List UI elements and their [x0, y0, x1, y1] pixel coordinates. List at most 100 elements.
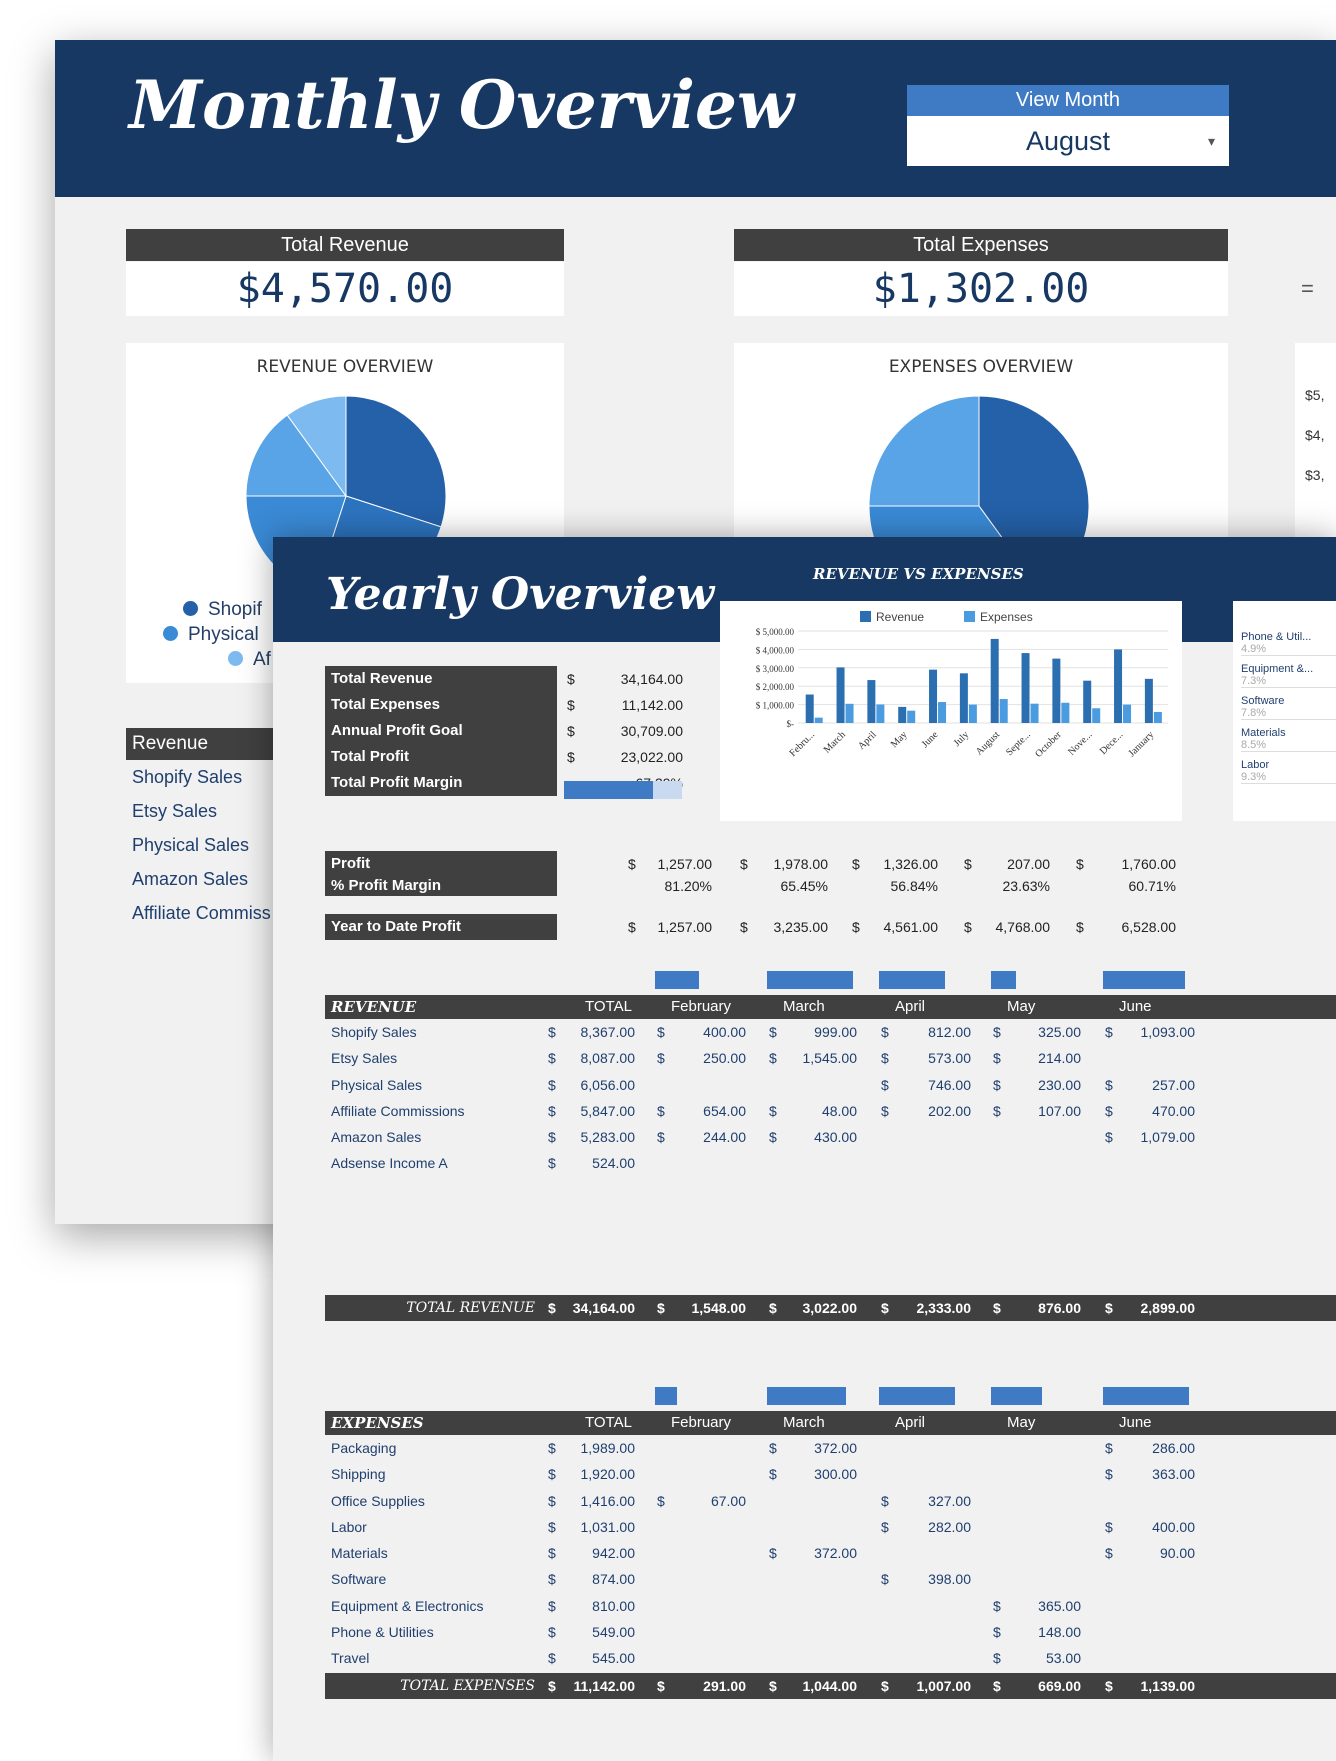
x-tick-label: January — [1126, 729, 1156, 759]
total-revenue-value: $4,570.00 — [126, 262, 564, 316]
cell-value: 148.00 — [1038, 1624, 1081, 1641]
summary-label: Total Profit — [325, 744, 557, 770]
row-label: Phone & Utilities — [331, 1624, 434, 1641]
table-row: Affiliate Commissions $5,847.00 $654.00 $48… — [325, 1098, 1336, 1124]
y-tick-label: $ 4,000.00 — [756, 645, 795, 655]
month-total: 876.00 — [1038, 1300, 1081, 1316]
y-tick-label: $- — [787, 719, 795, 729]
row-total: 6,056.00 — [580, 1076, 636, 1093]
row-label: Packaging — [331, 1440, 397, 1456]
x-tick-label: August — [974, 729, 1002, 757]
column-header: March — [783, 1414, 825, 1431]
summary-row: Total Expenses $11,142.00 — [325, 692, 683, 718]
month-total-bar — [767, 971, 853, 989]
bar-revenue — [805, 694, 814, 723]
cell-value: 282.00 — [928, 1518, 971, 1535]
profit-margin-row: 81.20% 65.45% 56.84% 23.63% 60.71% — [566, 873, 1336, 899]
cell-value: 244.00 — [703, 1129, 746, 1146]
revenue-table: REVENUE TOTAL February March April May June Sho… — [325, 995, 1336, 1321]
pie-legend-pct: 8.5% — [1241, 739, 1267, 751]
row-label: Equipment & Electronics — [331, 1597, 484, 1614]
chevron-down-icon[interactable]: ▾ — [1208, 116, 1215, 166]
bar-expenses — [907, 710, 916, 723]
legend-item-shopify: Shopif — [183, 599, 262, 621]
cell-value: 430.00 — [814, 1129, 857, 1146]
table-row: Office Supplies $1,416.00 $67.00 $327.00 — [325, 1488, 1336, 1514]
summary-row: Total Revenue $34,164.00 — [325, 666, 683, 692]
table-row: Amazon Sales $5,283.00 $244.00 $430.00 $1,07… — [325, 1124, 1336, 1150]
cell-value: 67.00 — [710, 1492, 746, 1509]
cell-value: 230.00 — [1038, 1076, 1081, 1093]
month-dropdown[interactable]: August ▾ — [907, 116, 1229, 166]
bar-revenue — [836, 667, 845, 723]
selected-month: August — [1025, 126, 1111, 156]
bar-revenue — [929, 669, 938, 723]
summary-value: 30,709.00 — [620, 723, 683, 739]
column-header: April — [895, 1414, 926, 1431]
x-tick-label: May — [889, 729, 910, 750]
cell-value: 4,561.00 — [883, 919, 939, 935]
table-row: Packaging $1,989.00 $372.00 $286.00 — [325, 1435, 1336, 1461]
chart-legend: Revenue Expenses — [860, 610, 1033, 624]
table-row: Materials $942.00 $372.00 $90.00 — [325, 1540, 1336, 1566]
cell-value: 286.00 — [1152, 1440, 1195, 1456]
column-header: June — [1119, 1414, 1152, 1431]
pie-legend-pct: 7.8% — [1241, 707, 1267, 719]
pie-legend-pct: 4.9% — [1241, 643, 1267, 655]
bar-expenses — [999, 699, 1008, 723]
bar-expenses — [814, 717, 823, 723]
pie-legend-label: Phone & Util... — [1241, 631, 1312, 643]
summary-value: 23,022.00 — [620, 749, 683, 765]
cell-value: 257.00 — [1152, 1076, 1195, 1093]
pie-legend-item: Phone & Util... 4.9% — [1241, 631, 1336, 656]
cell-value: 365.00 — [1038, 1597, 1081, 1614]
y-tick-label: $ 5,000.00 — [756, 627, 795, 637]
cell-value: 372.00 — [814, 1440, 857, 1456]
column-header: TOTAL — [585, 1414, 632, 1431]
total-expenses-label: Total Expenses — [734, 229, 1228, 261]
row-label: Labor — [331, 1518, 367, 1535]
legend-dot — [183, 601, 198, 616]
cell-value: 202.00 — [928, 1102, 971, 1119]
pie-legend-label: Materials — [1241, 727, 1286, 739]
view-month-label: View Month — [907, 85, 1229, 116]
table-total-row: TOTAL REVENUE $34,164.00 $1,548.00 $3,022.0… — [325, 1295, 1336, 1321]
pie-legend-item: Equipment &... 7.3% — [1241, 663, 1336, 688]
y-tick-label: $ 2,000.00 — [756, 682, 795, 692]
row-total: 942.00 — [592, 1545, 635, 1562]
table-total-row: TOTAL EXPENSES $11,142.00 $291.00 $1,044.00… — [325, 1673, 1336, 1699]
view-month-selector[interactable]: View Month August ▾ — [907, 85, 1229, 169]
month-total-bar — [1103, 971, 1186, 989]
cell-value: 654.00 — [703, 1102, 746, 1119]
profit-label: Profit — [325, 851, 557, 877]
bar-chart-svg: Revenue Expenses $ 5,000.00 $ 4,000.00 $ 3,0… — [756, 610, 1168, 760]
summary-label: Total Expenses — [325, 692, 557, 718]
row-total: 810.00 — [592, 1597, 635, 1614]
x-tick-label: June — [920, 729, 941, 750]
month-total: 2,333.00 — [916, 1300, 972, 1316]
total-revenue-label: Total Revenue — [126, 229, 564, 261]
row-label: Amazon Sales — [331, 1129, 422, 1146]
x-tick-label: Febru... — [787, 729, 817, 759]
row-total: 5,847.00 — [580, 1102, 636, 1119]
row-total: 8,367.00 — [580, 1024, 636, 1040]
equals-sign: = — [1301, 276, 1314, 301]
bar-revenue — [1144, 678, 1153, 723]
bar-revenue — [898, 706, 907, 723]
legend-item-affiliate: Af — [228, 649, 271, 671]
profit-goal-progress-bar — [564, 781, 682, 799]
row-label: Shopify Sales — [331, 1024, 417, 1040]
month-total: 3,022.00 — [802, 1300, 858, 1316]
cell-value: 107.00 — [1038, 1102, 1081, 1119]
month-total: 1,007.00 — [916, 1678, 972, 1694]
cell-value: 325.00 — [1038, 1024, 1081, 1040]
bar-expenses — [1123, 704, 1132, 723]
row-total: 5,283.00 — [580, 1129, 636, 1146]
page-title: Monthly Overview — [129, 66, 794, 144]
legend-label: Expenses — [980, 610, 1033, 624]
bar-expenses — [845, 703, 854, 723]
table-row: Shopify Sales $8,367.00 $400.00 $999.00 $812… — [325, 1019, 1336, 1045]
cell-value: 1,093.00 — [1140, 1024, 1196, 1040]
row-total: 8,087.00 — [580, 1050, 636, 1067]
bar-expenses — [938, 702, 947, 723]
